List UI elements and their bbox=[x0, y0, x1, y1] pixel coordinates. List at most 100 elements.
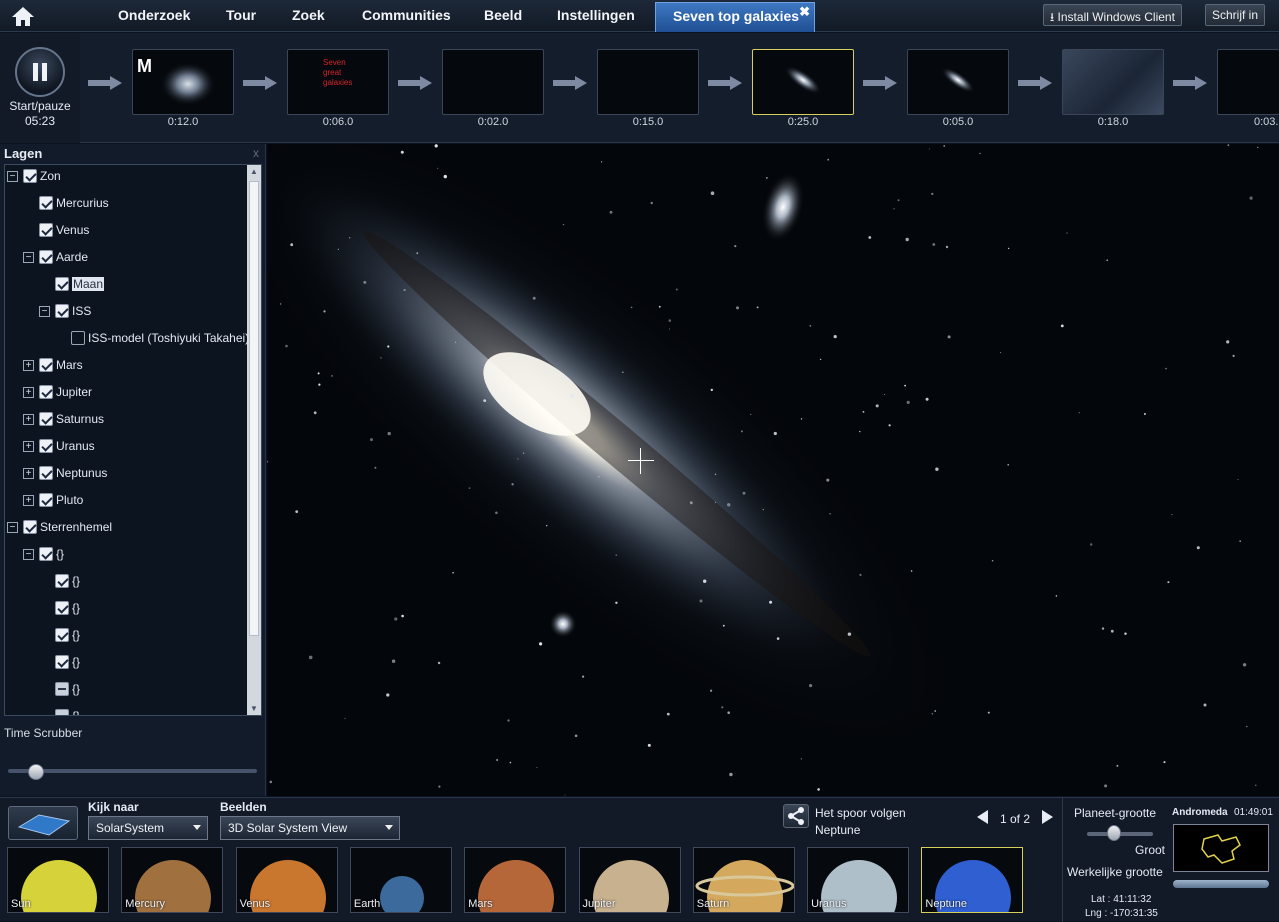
install-client-button[interactable]: ⭳ Install Windows Client bbox=[1043, 4, 1182, 26]
layer-row[interactable]: {} bbox=[55, 653, 80, 671]
layer-row[interactable]: + Saturnus bbox=[23, 410, 104, 428]
layer-checkbox[interactable] bbox=[55, 574, 69, 588]
look-at-dropdown[interactable]: SolarSystem bbox=[88, 816, 208, 840]
layer-checkbox[interactable] bbox=[23, 520, 37, 534]
collapse-icon[interactable]: − bbox=[23, 251, 34, 263]
layer-checkbox[interactable] bbox=[71, 331, 85, 345]
planet-thumbnail[interactable]: Mercury bbox=[121, 847, 224, 913]
layer-row[interactable]: − {} bbox=[23, 545, 64, 563]
layer-checkbox[interactable] bbox=[39, 358, 53, 372]
layer-checkbox[interactable] bbox=[39, 250, 53, 264]
layer-label: Sterrenhemel bbox=[40, 520, 113, 534]
time-scrubber-thumb[interactable] bbox=[28, 764, 44, 780]
planet-thumbnail[interactable]: Venus bbox=[235, 847, 338, 913]
tour-slide[interactable] bbox=[907, 49, 1009, 115]
planet-thumbnail[interactable]: Mars bbox=[464, 847, 567, 913]
expand-icon[interactable]: + bbox=[23, 386, 34, 398]
layer-checkbox[interactable] bbox=[39, 196, 53, 210]
nav-communities[interactable]: Communities bbox=[362, 7, 451, 23]
layer-row[interactable]: + Jupiter bbox=[23, 383, 92, 401]
layer-checkbox[interactable] bbox=[55, 277, 69, 291]
tour-slide-active[interactable] bbox=[752, 49, 854, 115]
layer-row[interactable]: Venus bbox=[39, 221, 89, 239]
scroll-up-icon[interactable]: ▲ bbox=[250, 167, 258, 176]
layer-row[interactable]: {} bbox=[55, 599, 80, 617]
top-nav: Onderzoek Tour Zoek Communities Beeld In… bbox=[0, 0, 1279, 32]
expand-icon[interactable]: + bbox=[23, 494, 34, 506]
collapse-icon[interactable]: − bbox=[39, 305, 50, 317]
pause-button[interactable] bbox=[15, 47, 65, 97]
layer-row[interactable]: {} bbox=[55, 680, 80, 698]
tour-slide[interactable] bbox=[597, 49, 699, 115]
layer-checkbox[interactable] bbox=[39, 412, 53, 426]
layer-checkbox[interactable] bbox=[55, 304, 69, 318]
tour-slide[interactable]: Seven great galaxies bbox=[287, 49, 389, 115]
planet-thumbnail[interactable]: Saturn bbox=[692, 847, 795, 913]
layer-row[interactable]: ISS-model (Toshiyuki Takahei) bbox=[71, 329, 249, 347]
nav-onderzoek[interactable]: Onderzoek bbox=[118, 7, 190, 23]
collapse-icon[interactable]: − bbox=[7, 521, 18, 533]
layer-row[interactable]: − ISS bbox=[39, 302, 91, 320]
planet-thumbnail[interactable]: Uranus bbox=[807, 847, 910, 913]
layer-row[interactable]: + Uranus bbox=[23, 437, 95, 455]
layer-checkbox[interactable] bbox=[55, 655, 69, 669]
close-tab-icon[interactable]: ✖ bbox=[799, 4, 810, 20]
layer-row[interactable]: − Sterrenhemel bbox=[7, 518, 112, 536]
layer-row[interactable]: + Pluto bbox=[23, 491, 83, 509]
planet-size-slider-thumb[interactable] bbox=[1107, 825, 1121, 841]
nav-zoek[interactable]: Zoek bbox=[292, 7, 325, 23]
next-page-icon[interactable] bbox=[1042, 810, 1053, 824]
layer-row[interactable]: {} bbox=[55, 626, 80, 644]
nav-beeld[interactable]: Beeld bbox=[484, 7, 522, 23]
sky-view[interactable] bbox=[267, 144, 1279, 796]
layer-checkbox[interactable] bbox=[23, 169, 37, 183]
layers-scrollbar[interactable]: ▲ ▼ bbox=[247, 165, 261, 715]
look-at-icon[interactable] bbox=[8, 806, 78, 840]
layer-checkbox[interactable] bbox=[39, 223, 53, 237]
layer-checkbox[interactable] bbox=[55, 628, 69, 642]
layer-checkbox[interactable] bbox=[39, 385, 53, 399]
planet-thumbnail[interactable]: Earth bbox=[349, 847, 452, 913]
collapse-icon[interactable]: − bbox=[7, 170, 18, 182]
layer-checkbox[interactable] bbox=[39, 547, 53, 561]
planet-thumbnail[interactable]: Neptune bbox=[921, 847, 1024, 913]
expand-icon[interactable]: + bbox=[23, 359, 34, 371]
layer-row[interactable]: {} bbox=[55, 707, 80, 715]
planet-thumbnail[interactable]: Sun bbox=[7, 847, 109, 913]
signin-button[interactable]: Schrijf in bbox=[1205, 4, 1266, 26]
close-panel-icon[interactable]: x bbox=[253, 146, 259, 160]
time-scrubber-track[interactable] bbox=[8, 769, 257, 773]
expand-icon[interactable]: + bbox=[23, 467, 34, 479]
expand-icon[interactable]: + bbox=[23, 413, 34, 425]
layer-row[interactable]: − Aarde bbox=[23, 248, 88, 266]
constellation-mini-map[interactable] bbox=[1173, 824, 1269, 872]
nav-instellingen[interactable]: Instellingen bbox=[557, 7, 635, 23]
layer-row[interactable]: Maan bbox=[55, 275, 105, 293]
expand-icon[interactable]: + bbox=[23, 440, 34, 452]
collapse-icon[interactable]: − bbox=[23, 548, 34, 560]
layer-row[interactable]: + Mars bbox=[23, 356, 83, 374]
layer-row[interactable]: + Neptunus bbox=[23, 464, 107, 482]
previous-page-icon[interactable] bbox=[977, 810, 988, 824]
layer-checkbox[interactable] bbox=[39, 493, 53, 507]
nav-tour[interactable]: Tour bbox=[226, 7, 256, 23]
planet-thumbnail[interactable]: Jupiter bbox=[578, 847, 681, 913]
tour-slide[interactable]: M bbox=[132, 49, 234, 115]
layer-row[interactable]: − Zon bbox=[7, 167, 61, 185]
layer-checkbox[interactable] bbox=[55, 601, 69, 615]
tour-slide[interactable] bbox=[442, 49, 544, 115]
imagery-dropdown[interactable]: 3D Solar System View bbox=[220, 816, 400, 840]
share-button[interactable] bbox=[783, 804, 809, 828]
layer-row[interactable]: {} bbox=[55, 572, 80, 590]
layer-row[interactable]: Mercurius bbox=[39, 194, 109, 212]
scroll-thumb[interactable] bbox=[249, 181, 259, 636]
tour-slide[interactable] bbox=[1217, 49, 1279, 115]
layer-checkbox[interactable] bbox=[55, 709, 69, 715]
layer-checkbox[interactable] bbox=[39, 466, 53, 480]
layer-checkbox[interactable] bbox=[39, 439, 53, 453]
home-icon[interactable] bbox=[10, 5, 36, 27]
scroll-down-icon[interactable]: ▼ bbox=[250, 704, 258, 713]
layer-checkbox[interactable] bbox=[55, 682, 69, 696]
tab-seven-top-galaxies[interactable]: Seven top galaxies ✖ bbox=[655, 2, 815, 32]
tour-slide[interactable] bbox=[1062, 49, 1164, 115]
